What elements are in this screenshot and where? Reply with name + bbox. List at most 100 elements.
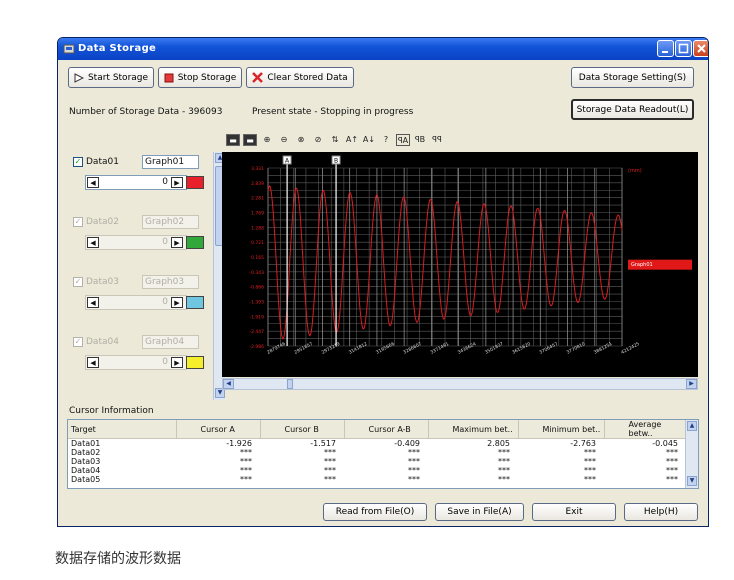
column-header[interactable]: Cursor A-B xyxy=(344,420,429,439)
scroll-down-icon[interactable]: ▼ xyxy=(687,476,697,486)
row-value: 2.805 xyxy=(487,439,510,448)
channel-graph-field[interactable]: Graph03 xyxy=(142,275,199,289)
y-tick-label: 0.165 xyxy=(251,255,264,261)
row-value: *** xyxy=(498,475,510,484)
table-row[interactable]: Data03 *** *** *** *** *** *** xyxy=(68,457,686,466)
close-button[interactable] xyxy=(693,40,708,57)
stop-storage-button[interactable]: Stop Storage xyxy=(158,67,242,88)
row-value: *** xyxy=(240,475,252,484)
present-state-text: Present state - Stopping in progress xyxy=(252,107,414,117)
channel-offset-stepper[interactable]: ◀ 0 ▶ xyxy=(85,295,204,310)
plot-scroll-thumb[interactable] xyxy=(287,379,293,389)
channel-color-swatch[interactable] xyxy=(186,296,204,309)
zoom-x-icon[interactable]: ⊗ xyxy=(294,134,308,146)
row-value: -0.409 xyxy=(394,439,420,448)
waveform-plot[interactable]: 3.331 2.839 2.281 1.769 1.288 0.721 0.165 -0.34… xyxy=(222,152,698,377)
table-row[interactable]: Data01 -1.926 -1.517 -0.409 2.805 -2.763 -0.04… xyxy=(68,439,686,449)
channel-panel: ✓ Data01 Graph01 ◀ 0 ▶ ✓ Data02 Graph02 … xyxy=(67,152,225,400)
read-from-file-label: Read from File(O) xyxy=(335,507,415,517)
increment-arrow-icon[interactable]: ▶ xyxy=(171,177,183,188)
fit-icon[interactable]: ⇅ xyxy=(328,134,342,146)
zoom-out-icon[interactable]: ⊖ xyxy=(277,134,291,146)
decrement-arrow-icon[interactable]: ◀ xyxy=(87,177,99,188)
table-row[interactable]: Data05 *** *** *** *** *** *** xyxy=(68,475,686,484)
scale-up-icon[interactable]: A↑ xyxy=(345,134,359,146)
help-icon[interactable]: ? xyxy=(379,134,393,146)
zoom-in-icon[interactable]: ⊕ xyxy=(260,134,274,146)
column-header[interactable]: Maximum bet.. xyxy=(428,420,519,439)
read-from-file-button[interactable]: Read from File(O) xyxy=(323,503,427,521)
title-bar[interactable]: Data Storage xyxy=(58,38,708,60)
channel-offset-stepper[interactable]: ◀ 0 ▶ xyxy=(85,235,204,250)
row-target: Data05 xyxy=(71,475,101,484)
channel-checkbox[interactable]: ✓ xyxy=(73,217,83,227)
increment-arrow-icon[interactable]: ▶ xyxy=(171,237,183,248)
y-tick-label: 2.839 xyxy=(251,181,264,187)
table-scrollbar[interactable]: ▲ ▼ xyxy=(685,420,698,488)
cursor-ab-icon[interactable]: ꟼꟼ xyxy=(430,134,444,146)
scroll-right-icon[interactable]: ▶ xyxy=(686,379,697,389)
column-header[interactable]: Cursor B xyxy=(260,420,345,439)
minimize-button[interactable] xyxy=(657,40,674,57)
row-value: *** xyxy=(584,448,596,457)
y-tick-label: -1.919 xyxy=(249,314,264,320)
graph-view-icon[interactable]: ▬ xyxy=(226,134,240,146)
channel-color-swatch[interactable] xyxy=(186,356,204,369)
clear-stored-data-button[interactable]: Clear Stored Data xyxy=(246,67,354,88)
y-tick-label: 1.769 xyxy=(251,211,264,217)
channel-checkbox[interactable]: ✓ xyxy=(73,157,83,167)
y-tick-label: -2.986 xyxy=(249,344,264,350)
cursor-a-icon[interactable]: ꟼA xyxy=(396,134,410,146)
row-value: *** xyxy=(324,466,336,475)
zoom-y-icon[interactable]: ⊘ xyxy=(311,134,325,146)
column-header[interactable]: Average betw.. xyxy=(604,420,687,439)
data-storage-setting-button[interactable]: Data Storage Setting(S) xyxy=(571,67,694,88)
x-tick-label: 2879746 xyxy=(266,341,287,356)
y-tick-label: 3.331 xyxy=(251,166,264,172)
table-row[interactable]: Data04 *** *** *** *** *** *** xyxy=(68,466,686,475)
channel-graph-field[interactable]: Graph01 xyxy=(142,155,199,169)
plot-horizontal-scrollbar[interactable]: ◀ ▶ xyxy=(222,378,698,390)
channel-graph-field[interactable]: Graph04 xyxy=(142,335,199,349)
decrement-arrow-icon[interactable]: ◀ xyxy=(87,297,99,308)
x-tick-label: 3501837 xyxy=(484,341,505,356)
table-row[interactable]: Data02 *** *** *** *** *** *** xyxy=(68,448,686,457)
save-in-file-button[interactable]: Save in File(A) xyxy=(435,503,524,521)
row-value: *** xyxy=(498,448,510,457)
channel-data01: ✓ Data01 Graph01 ◀ 0 ▶ xyxy=(67,152,207,212)
increment-arrow-icon[interactable]: ▶ xyxy=(171,297,183,308)
decrement-arrow-icon[interactable]: ◀ xyxy=(87,357,99,368)
row-value: -2.763 xyxy=(570,439,596,448)
row-value: *** xyxy=(408,448,420,457)
channel-color-swatch[interactable] xyxy=(186,176,204,189)
start-storage-button[interactable]: Start Storage xyxy=(68,67,154,88)
start-storage-label: Start Storage xyxy=(87,72,149,83)
channel-checkbox[interactable]: ✓ xyxy=(73,337,83,347)
row-value: *** xyxy=(666,457,678,466)
graph-view2-icon[interactable]: ▬ xyxy=(243,134,257,146)
channel-graph-field[interactable]: Graph02 xyxy=(142,215,199,229)
exit-button[interactable]: Exit xyxy=(532,503,616,521)
column-header[interactable]: Target xyxy=(68,420,177,439)
storage-count-text: Number of Storage Data - 396093 xyxy=(69,107,223,117)
increment-arrow-icon[interactable]: ▶ xyxy=(171,357,183,368)
column-header[interactable]: Minimum bet.. xyxy=(518,420,605,439)
row-target: Data04 xyxy=(71,466,101,475)
column-header[interactable]: Cursor A xyxy=(176,420,261,439)
channel-offset-stepper[interactable]: ◀ 0 ▶ xyxy=(85,175,204,190)
storage-data-readout-button[interactable]: Storage Data Readout(L) xyxy=(571,99,694,120)
channel-data04: ✓ Data04 Graph04 ◀ 0 ▶ xyxy=(67,332,207,392)
channel-offset-stepper[interactable]: ◀ 0 ▶ xyxy=(85,355,204,370)
maximize-button[interactable] xyxy=(675,40,692,57)
scroll-up-icon[interactable]: ▲ xyxy=(687,421,697,431)
decrement-arrow-icon[interactable]: ◀ xyxy=(87,237,99,248)
help-button[interactable]: Help(H) xyxy=(624,503,698,521)
scroll-left-icon[interactable]: ◀ xyxy=(223,379,234,389)
save-in-file-label: Save in File(A) xyxy=(447,507,512,517)
cursor-b-icon[interactable]: ꟼB xyxy=(413,134,427,146)
channel-checkbox[interactable]: ✓ xyxy=(73,277,83,287)
channel-color-swatch[interactable] xyxy=(186,236,204,249)
row-value: *** xyxy=(498,457,510,466)
scale-down-icon[interactable]: A↓ xyxy=(362,134,376,146)
y-tick-label: 2.281 xyxy=(251,196,264,202)
